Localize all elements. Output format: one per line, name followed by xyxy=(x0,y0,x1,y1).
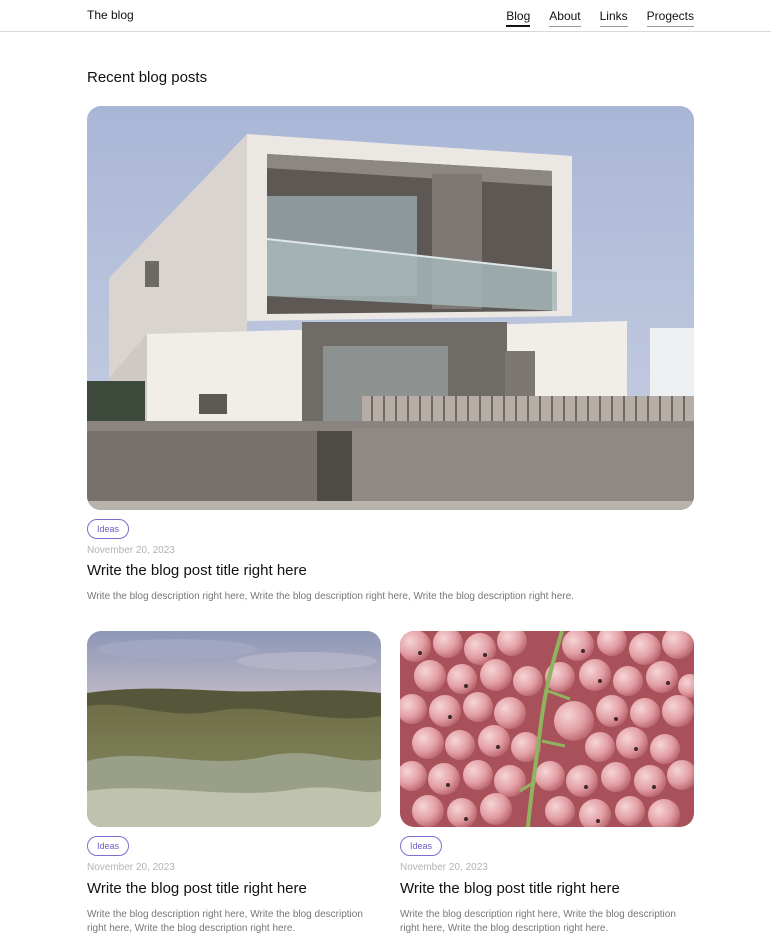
post-tag[interactable]: Ideas xyxy=(87,519,130,539)
nav-link-projects[interactable]: Progects xyxy=(646,9,694,27)
site-header: The blog Blog About Links Progects xyxy=(0,0,771,32)
post-title[interactable]: Write the blog post title right here xyxy=(400,880,620,897)
post-date: November 20, 2023 xyxy=(87,545,175,556)
post-tag[interactable]: Ideas xyxy=(87,836,130,856)
nav-link-links[interactable]: Links xyxy=(599,9,628,27)
post-image-currants[interactable] xyxy=(400,631,694,827)
post-description: Write the blog description right here, W… xyxy=(400,909,676,934)
post-description: Write the blog description right here, W… xyxy=(87,909,363,934)
post-title[interactable]: Write the blog post title right here xyxy=(87,562,307,579)
post-tag[interactable]: Ideas xyxy=(400,836,443,856)
post-image-house[interactable] xyxy=(87,106,694,510)
nav-link-about[interactable]: About xyxy=(549,9,581,27)
section-title: Recent blog posts xyxy=(87,69,208,86)
post-date: November 20, 2023 xyxy=(87,862,175,873)
nav-link-blog[interactable]: Blog xyxy=(506,9,531,27)
post-title[interactable]: Write the blog post title right here xyxy=(87,880,307,897)
post-image-dunes[interactable] xyxy=(87,631,381,827)
main-nav: Blog About Links Progects xyxy=(506,9,694,27)
post-date: November 20, 2023 xyxy=(400,862,488,873)
post-description: Write the blog description right here, W… xyxy=(87,591,574,602)
site-brand[interactable]: The blog xyxy=(87,8,134,22)
